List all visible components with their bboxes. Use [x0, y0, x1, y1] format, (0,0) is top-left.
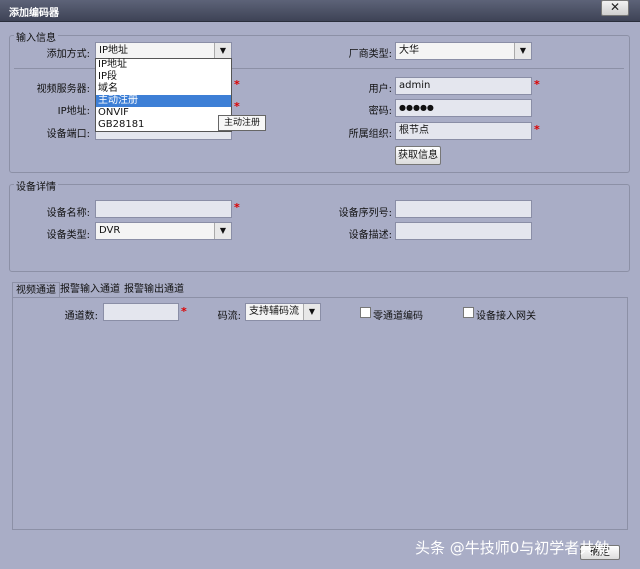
add-mode-value: IP地址 — [99, 45, 128, 56]
tab-alarm-output[interactable]: 报警输出通道 — [121, 282, 187, 297]
zero-channel-label: 零通道编码 — [373, 311, 423, 322]
org-value: 根节点 — [399, 125, 429, 136]
chevron-down-icon: ▼ — [303, 304, 320, 320]
user-label: 用户: — [368, 84, 392, 95]
device-type-select[interactable]: DVR ▼ — [95, 222, 232, 240]
required-mark: * — [181, 305, 187, 318]
dropdown-option-highlighted[interactable]: 主动注册 — [96, 95, 231, 107]
zero-channel-checkbox[interactable] — [360, 307, 371, 318]
org-input[interactable]: 根节点 — [395, 122, 532, 140]
stream-label: 码流: — [217, 311, 241, 322]
close-button[interactable]: ✕ — [601, 0, 629, 16]
serial-label: 设备序列号: — [338, 208, 392, 219]
tab-panel — [12, 297, 628, 530]
password-input[interactable]: ●●●●● — [395, 99, 532, 117]
device-name-input[interactable] — [95, 200, 232, 218]
device-type-label: 设备类型: — [46, 230, 90, 241]
vendor-value: 大华 — [399, 45, 419, 56]
password-value: ●●●●● — [399, 103, 434, 112]
fetch-info-button[interactable]: 获取信息 — [395, 146, 441, 165]
device-type-value: DVR — [99, 225, 121, 236]
description-input[interactable] — [395, 222, 532, 240]
user-value: admin — [399, 80, 431, 91]
user-input[interactable]: admin — [395, 77, 532, 95]
device-details-title: 设备详情 — [14, 178, 58, 193]
serial-input[interactable] — [395, 200, 532, 218]
channel-count-input[interactable] — [103, 303, 179, 321]
video-server-label: 视频服务器: — [36, 84, 90, 95]
tab-alarm-input[interactable]: 报警输入通道 — [57, 282, 123, 297]
required-mark: * — [534, 78, 540, 91]
password-label: 密码: — [368, 106, 392, 117]
vendor-label: 厂商类型: — [348, 49, 392, 60]
org-label: 所属组织: — [348, 129, 392, 140]
description-label: 设备描述: — [348, 230, 392, 241]
add-mode-dropdown-list: IP地址 IP段 域名 主动注册 ONVIF GB28181 — [95, 58, 232, 132]
gateway-label: 设备接入网关 — [476, 311, 536, 322]
chevron-down-icon: ▼ — [214, 223, 231, 239]
dropdown-option[interactable]: IP段 — [96, 71, 231, 83]
required-mark: * — [234, 78, 240, 91]
dropdown-option[interactable]: IP地址 — [96, 59, 231, 71]
dropdown-option[interactable]: ONVIF — [96, 107, 231, 119]
title-bar: 添加编码器 ✕ — [0, 0, 640, 22]
dropdown-option[interactable]: GB28181 — [96, 119, 231, 131]
chevron-down-icon: ▼ — [214, 43, 231, 59]
stream-value: 支持辅码流 — [249, 306, 299, 317]
port-label: 设备端口: — [46, 129, 90, 140]
stream-select[interactable]: 支持辅码流 ▼ — [245, 303, 321, 321]
ip-label: IP地址: — [57, 106, 90, 117]
device-name-label: 设备名称: — [46, 208, 90, 219]
add-mode-label: 添加方式: — [46, 49, 90, 60]
gateway-checkbox[interactable] — [463, 307, 474, 318]
required-mark: * — [234, 100, 240, 113]
tooltip: 主动注册 — [218, 115, 266, 131]
required-mark: * — [234, 201, 240, 214]
window-title: 添加编码器 — [9, 8, 59, 19]
channel-count-label: 通道数: — [64, 311, 98, 322]
watermark: 头条 @牛技师0与初学者共勉 — [415, 539, 610, 557]
dropdown-option[interactable]: 域名 — [96, 83, 231, 95]
chevron-down-icon: ▼ — [514, 43, 531, 59]
tab-video-channel[interactable]: 视频通道 — [12, 282, 60, 298]
vendor-select[interactable]: 大华 ▼ — [395, 42, 532, 60]
required-mark: * — [534, 123, 540, 136]
input-info-title: 输入信息 — [14, 29, 58, 44]
